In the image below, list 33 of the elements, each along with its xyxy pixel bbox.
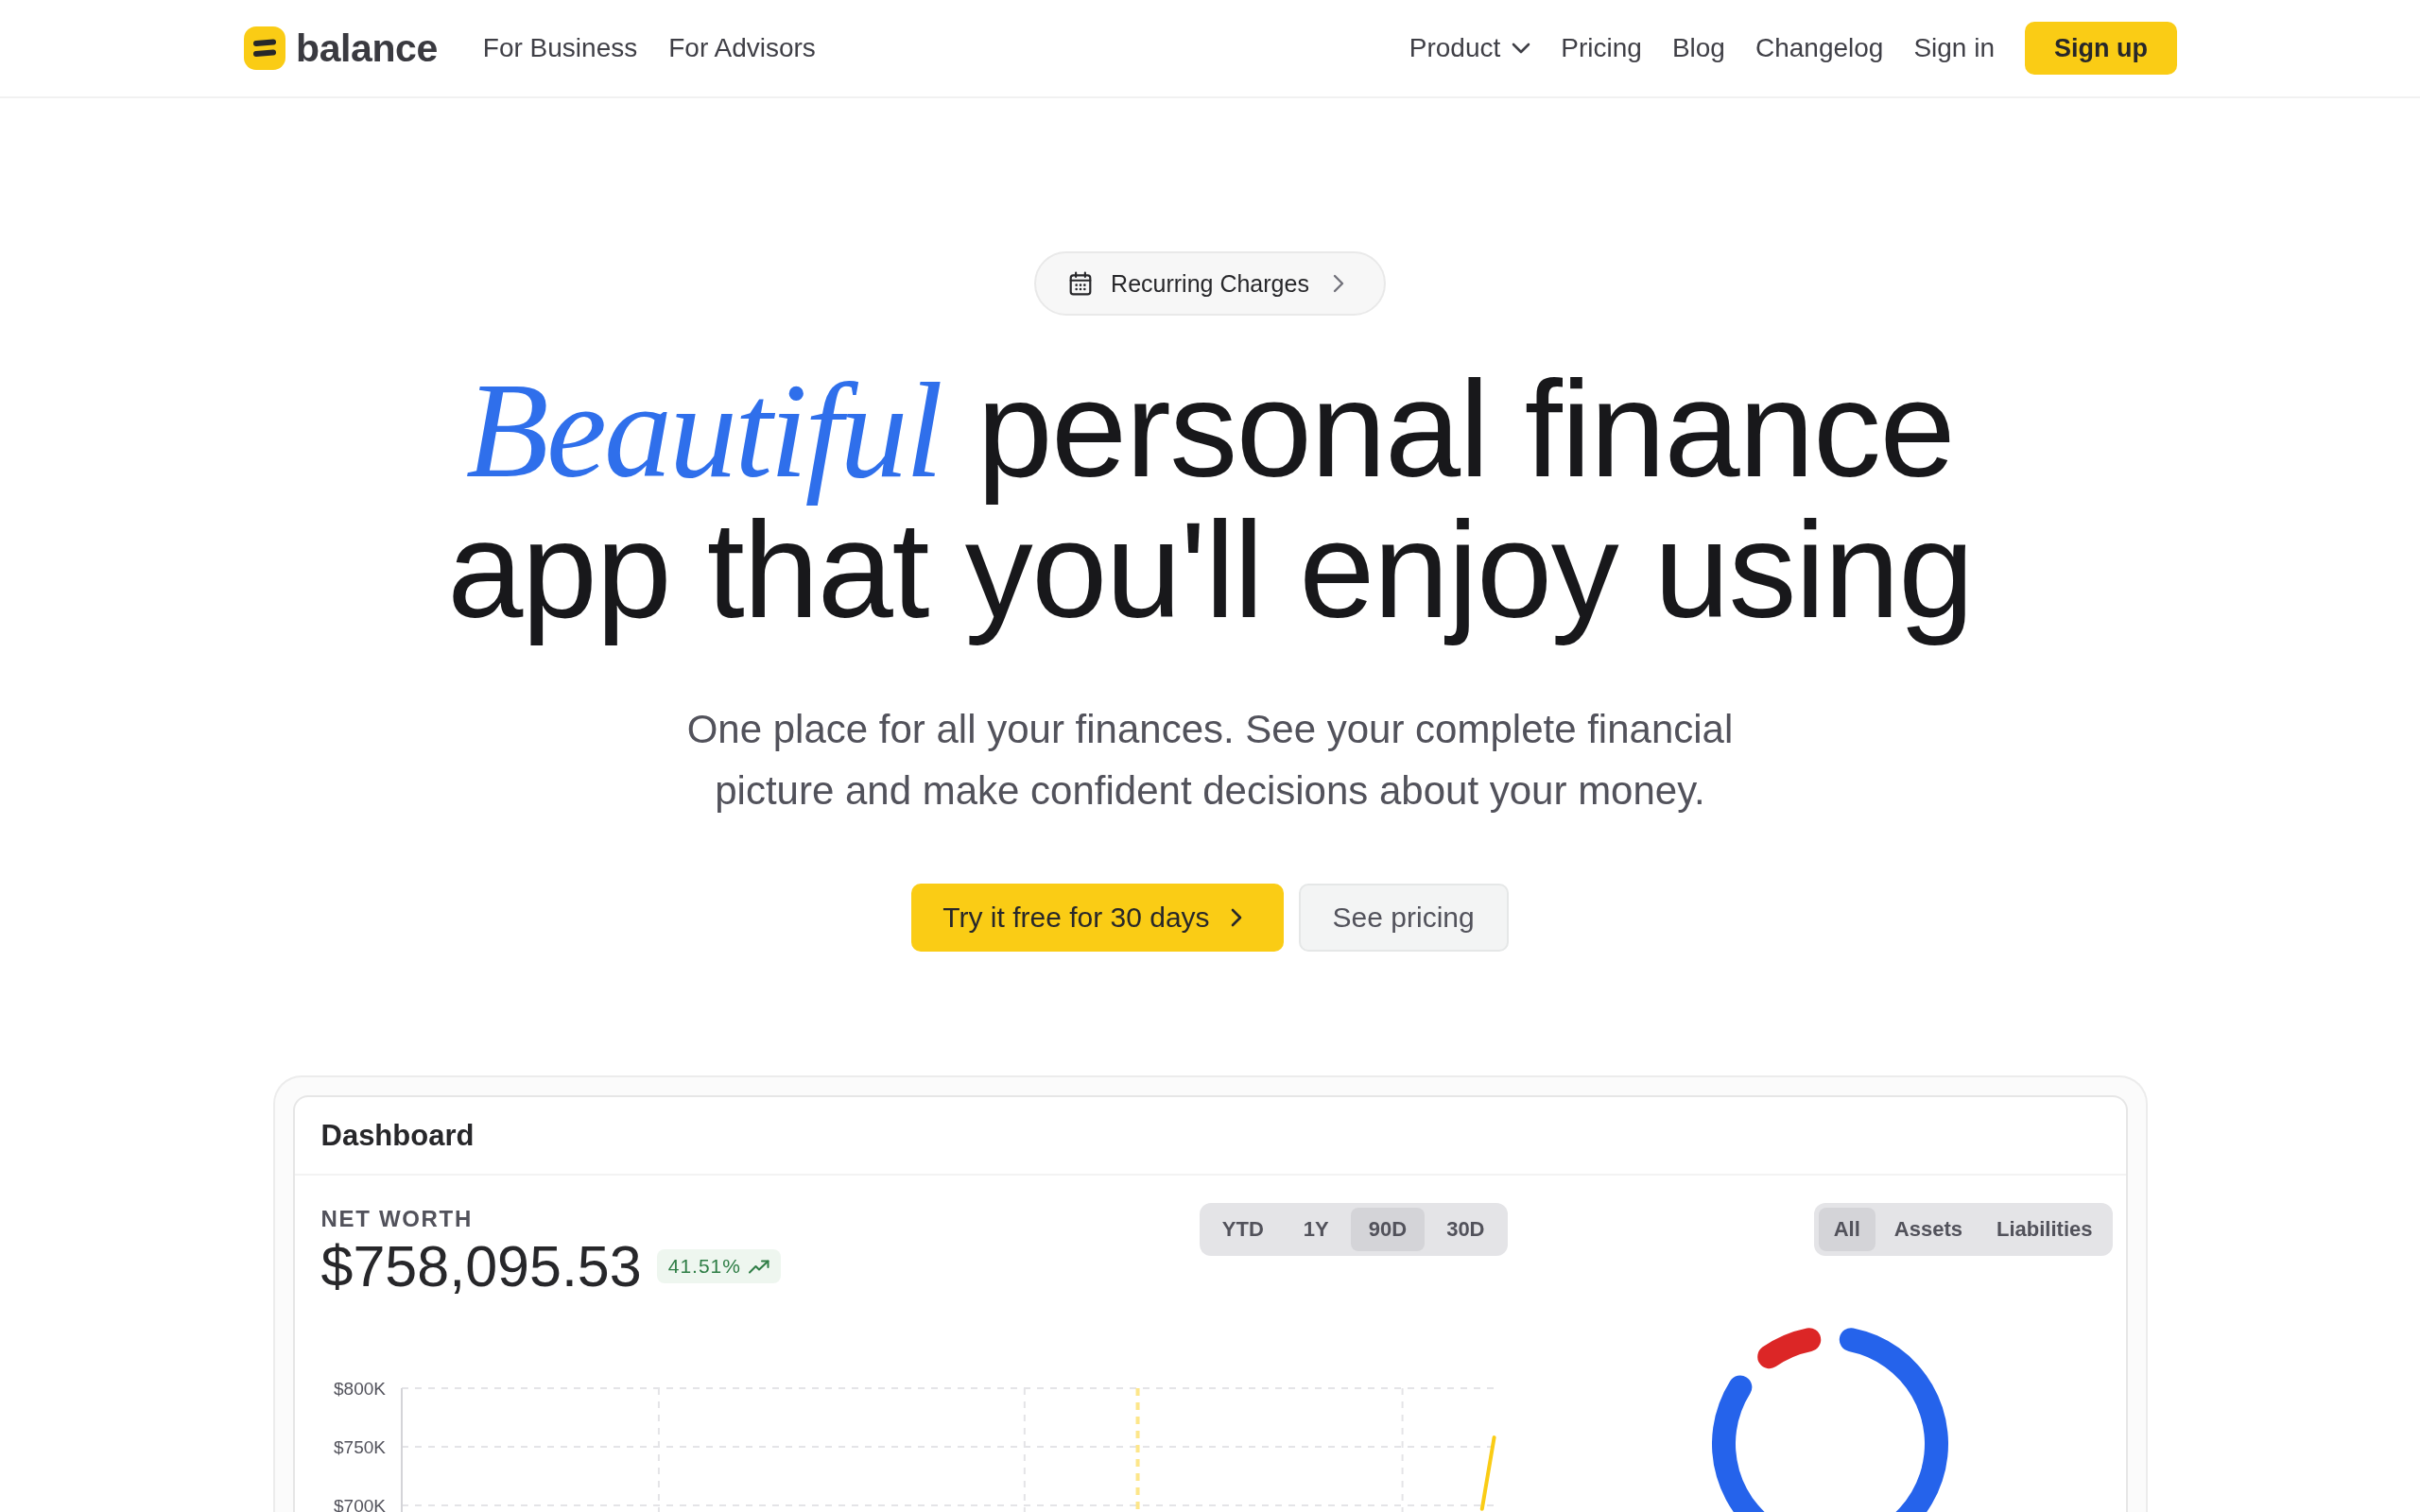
headline: Beautiful personal finance app that you'll enjoy using [446, 360, 1974, 648]
range-tab[interactable]: 90D [1350, 1208, 1426, 1251]
nav-link[interactable]: For Advisors [668, 33, 816, 63]
chevron-down-icon [1512, 43, 1531, 54]
chevron-right-icon [1332, 274, 1344, 293]
nav-link[interactable]: Pricing [1561, 33, 1642, 63]
nav-link[interactable]: Changelog [1754, 33, 1884, 63]
range-tab[interactable]: YTD [1203, 1208, 1282, 1251]
range-tab[interactable]: 1Y [1285, 1208, 1347, 1251]
range-tab[interactable]: 30D [1428, 1208, 1503, 1251]
free-trial-button[interactable]: Try it free for 30 days [911, 884, 1284, 952]
home-link[interactable]: balance [244, 26, 438, 71]
nav-link[interactable]: Blog [1671, 33, 1725, 63]
breakdown-tab[interactable]: Assets [1878, 1208, 1978, 1251]
nav-link[interactable]: Sign in [1913, 33, 1995, 63]
breakdown-tab[interactable]: Liabilities [1981, 1208, 2108, 1251]
breakdown-tab[interactable]: All [1818, 1208, 1876, 1251]
nav-link[interactable]: For Business [482, 33, 638, 63]
announcement-link[interactable]: Recurring Charges [1034, 251, 1386, 316]
sign-up-button[interactable]: Sign up [2025, 22, 2177, 75]
net-worth-value: $758,095.53 [320, 1236, 642, 1297]
axis-label: $800K [333, 1379, 386, 1399]
nav-dropdown[interactable]: Product [1409, 33, 1531, 63]
axis-label: $750K [333, 1437, 386, 1457]
net-worth-label: NET WORTH [320, 1206, 474, 1232]
calendar-icon [1068, 271, 1094, 296]
dashboard-title: Dashboard [320, 1118, 475, 1153]
trend-up-icon [748, 1259, 769, 1274]
change-percent: 41.51% [667, 1255, 741, 1278]
logo-icon [244, 26, 285, 70]
hero-subtitle: One place for all your finances. See your complete financial picture and make confident decisions about your money. [685, 706, 1735, 815]
see-pricing-button[interactable]: See pricing [1298, 884, 1509, 952]
chevron-right-icon [1230, 908, 1242, 927]
